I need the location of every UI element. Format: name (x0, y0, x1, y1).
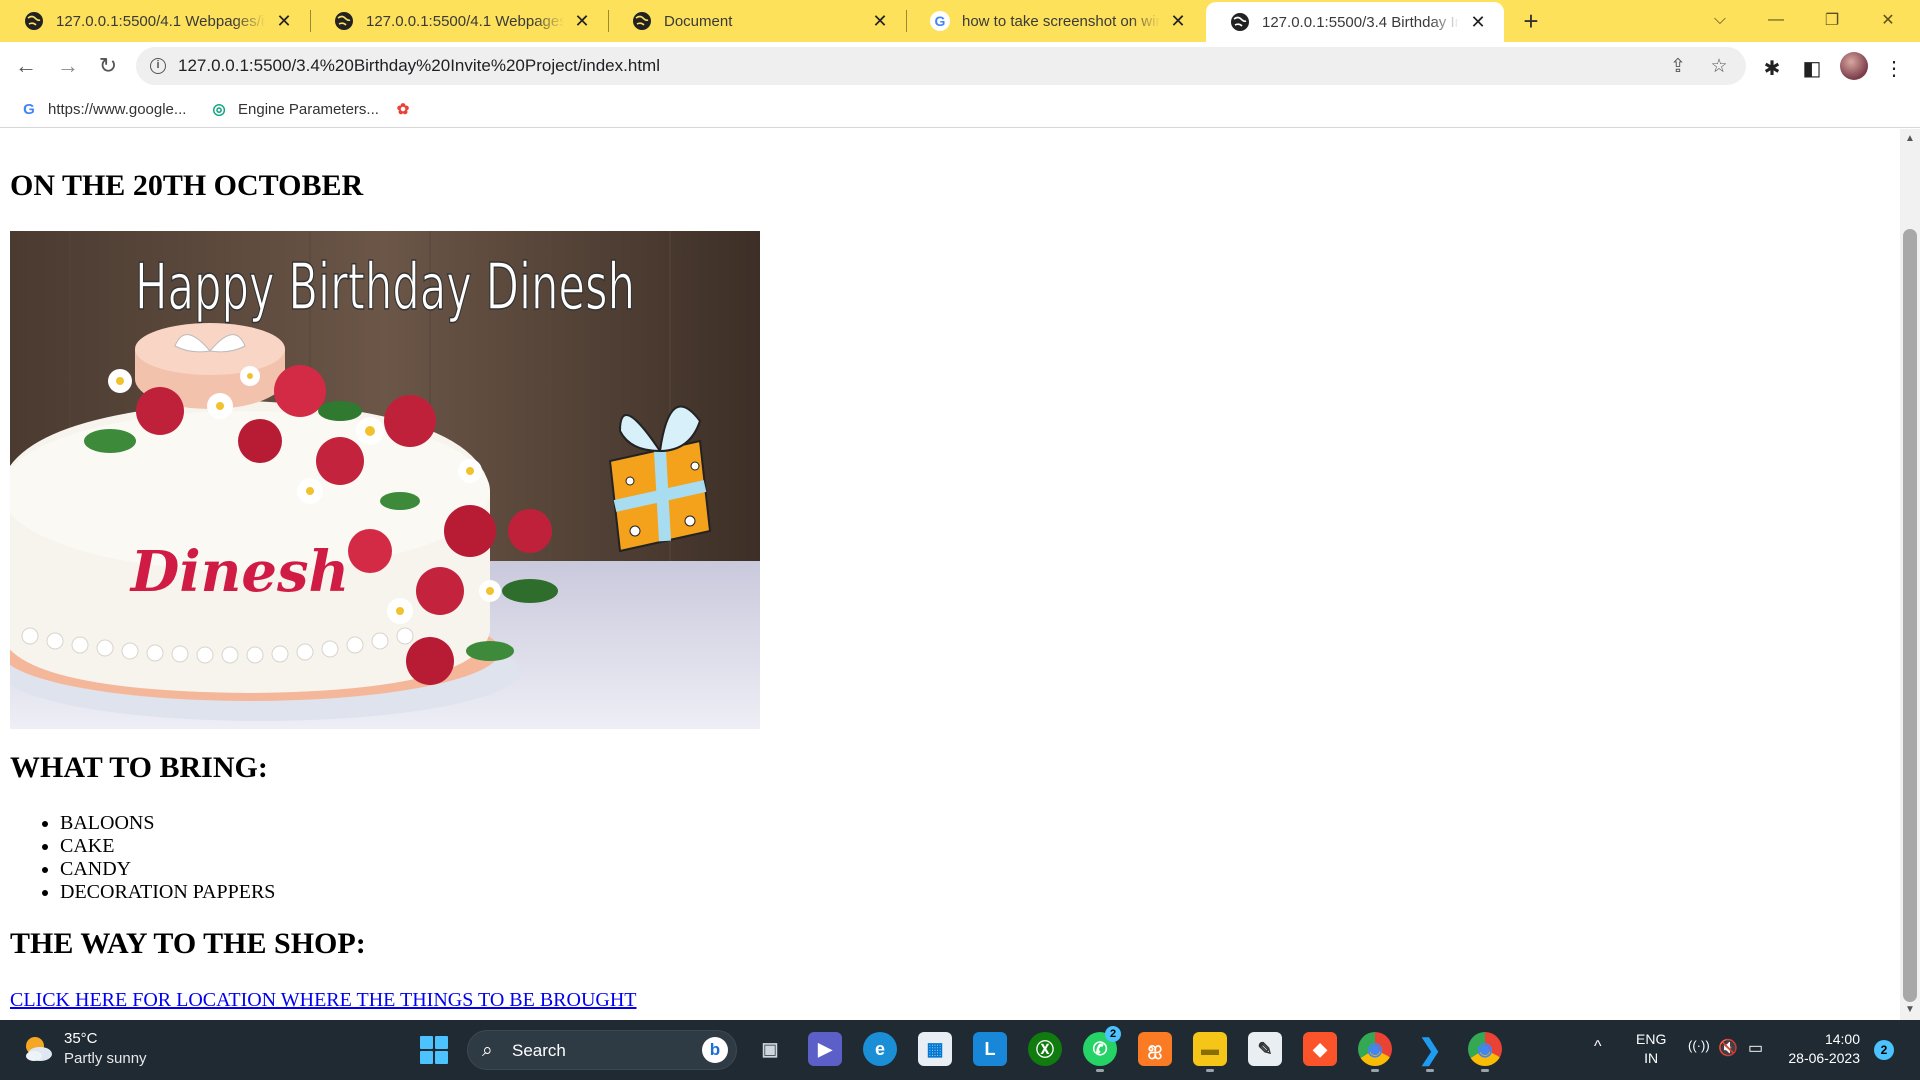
list-item: BALOONS (60, 812, 275, 835)
list-item: CAKE (60, 835, 275, 858)
side-panel-icon[interactable]: ◧ (1798, 54, 1826, 82)
chrome-icon[interactable]: ◉ (1358, 1032, 1392, 1072)
tab-google-search[interactable]: G how to take screenshot on windows ✕ (906, 0, 1204, 42)
tab-title: 127.0.0.1:5500/3.4 Birthday Invite (1262, 13, 1460, 31)
extensions-icon[interactable]: ✱ (1758, 54, 1786, 82)
google-icon: G (23, 100, 35, 118)
minimize-button[interactable]: — (1748, 0, 1804, 40)
scroll-down-arrow-icon[interactable]: ▼ (1904, 1004, 1916, 1016)
url-text[interactable]: 127.0.0.1:5500/3.4%20Birthday%20Invite%2… (178, 56, 660, 76)
bookmark-photos[interactable]: ✿ (394, 98, 422, 120)
pinwheel-icon: ✿ (396, 101, 410, 118)
whatsapp-icon[interactable]: ✆ 2 (1083, 1026, 1121, 1072)
notification-count-badge[interactable]: 2 (1874, 1040, 1894, 1060)
brave-icon[interactable]: ◆ (1303, 1032, 1337, 1066)
browser-toolbar: ← → ↻ i 127.0.0.1:5500/3.4%20Birthday%20… (0, 42, 1920, 90)
file-explorer-icon[interactable]: ▬ (1193, 1032, 1227, 1072)
tab-webpages-2[interactable]: 127.0.0.1:5500/4.1 Webpages/index.html ✕ (310, 0, 608, 42)
restore-button[interactable]: ❐ (1804, 0, 1860, 40)
profile-avatar[interactable] (1840, 52, 1868, 80)
scroll-thumb[interactable] (1903, 229, 1917, 1002)
list-item: CANDY (60, 858, 275, 881)
notepad-icon[interactable]: ✎ (1248, 1032, 1282, 1066)
forward-button[interactable]: → (52, 50, 84, 82)
tab-document[interactable]: Document ✕ (608, 0, 906, 42)
chrome-profile-icon[interactable]: ◉ (1468, 1032, 1502, 1072)
weather-description[interactable]: Partly sunny (64, 1050, 147, 1067)
windows-start-button[interactable] (420, 1036, 448, 1064)
back-button[interactable]: ← (10, 50, 42, 82)
weather-temperature[interactable]: 35°C (64, 1030, 98, 1047)
image-banner-text: Happy Birthday Dinesh (135, 251, 635, 325)
bookmark-engine-parameters[interactable]: ◎ Engine Parameters... (210, 98, 379, 120)
page-viewport: ON THE 20TH OCTOBER Happy Birthday Dines… (0, 129, 1900, 1020)
tab-title: how to take screenshot on windows (962, 12, 1160, 30)
l-app-icon[interactable]: L (973, 1032, 1007, 1066)
globe-icon (24, 11, 44, 31)
tab-title: 127.0.0.1:5500/4.1 Webpages/index.html (56, 12, 266, 30)
close-window-button[interactable]: ✕ (1860, 0, 1916, 40)
search-label: Search (512, 1041, 566, 1060)
battery-icon[interactable]: ▭ (1748, 1038, 1763, 1058)
whatsapp-badge: 2 (1105, 1026, 1121, 1042)
scroll-up-arrow-icon[interactable]: ▲ (1904, 133, 1916, 145)
partly-sunny-weather-icon[interactable] (22, 1034, 54, 1064)
reload-button[interactable]: ↻ (92, 50, 124, 82)
cake-name-text: Dinesh (129, 539, 349, 605)
vscode-icon[interactable]: ❯ (1413, 1032, 1447, 1072)
globe-icon (1230, 12, 1250, 32)
taskbar-search-box[interactable]: ⌕ Search b (467, 1030, 737, 1070)
tab-title: Document (664, 12, 733, 30)
globe-icon (334, 11, 354, 31)
google-icon: G (930, 11, 950, 31)
list-item: DECORATION PAPPERS (60, 881, 275, 904)
xampp-icon[interactable]: ஐ (1138, 1032, 1172, 1066)
task-view-icon[interactable]: ▣ (753, 1032, 787, 1066)
browser-menu-icon[interactable]: ⋮ (1880, 54, 1908, 82)
teams-icon[interactable]: ▶ (808, 1032, 842, 1066)
tab-close-icon[interactable]: ✕ (1468, 12, 1488, 32)
bookmark-star-icon[interactable]: ☆ (1707, 54, 1731, 78)
bookmark-google[interactable]: G https://www.google... (20, 98, 186, 120)
xbox-icon[interactable]: Ⓧ (1028, 1032, 1062, 1066)
tab-close-icon[interactable]: ✕ (572, 11, 592, 31)
show-hidden-icons-chevron[interactable]: ^ (1594, 1038, 1602, 1056)
wifi-icon[interactable]: ((·)) (1688, 1038, 1710, 1053)
bookmarks-bar: G https://www.google... ◎ Engine Paramet… (0, 90, 1920, 128)
tab-webpages-1[interactable]: 127.0.0.1:5500/4.1 Webpages/index.html ✕ (0, 0, 310, 42)
volume-muted-icon[interactable]: 🔇 (1718, 1038, 1738, 1058)
site-info-icon[interactable]: i (150, 58, 166, 74)
edge-icon[interactable]: e (863, 1032, 897, 1066)
microsoft-store-icon[interactable]: ▦ (918, 1032, 952, 1066)
what-to-bring-heading: WHAT TO BRING: (10, 751, 268, 784)
globe-icon (632, 11, 652, 31)
tab-birthday-invite[interactable]: 127.0.0.1:5500/3.4 Birthday Invite ✕ (1206, 2, 1504, 42)
tab-title: 127.0.0.1:5500/4.1 Webpages/index.html (366, 12, 564, 30)
language-indicator[interactable]: ENG IN (1636, 1030, 1666, 1068)
share-icon[interactable]: ⇪ (1666, 54, 1690, 78)
page-scrollbar[interactable]: ▲ ▼ (1900, 129, 1920, 1020)
bookmark-label: Engine Parameters... (238, 100, 379, 118)
bookmark-label: https://www.google... (48, 100, 187, 118)
address-bar[interactable]: i 127.0.0.1:5500/3.4%20Birthday%20Invite… (136, 47, 1746, 85)
date-heading: ON THE 20TH OCTOBER (10, 169, 364, 202)
tab-close-icon[interactable]: ✕ (870, 11, 890, 31)
way-to-shop-heading: THE WAY TO THE SHOP: (10, 927, 366, 960)
location-link[interactable]: CLICK HERE FOR LOCATION WHERE THE THINGS… (10, 989, 637, 1012)
bring-list: BALOONS CAKE CANDY DECORATION PAPPERS (60, 812, 275, 904)
openai-icon: ◎ (212, 101, 226, 118)
tab-close-icon[interactable]: ✕ (1168, 11, 1188, 31)
system-clock[interactable]: 14:00 28-06-2023 (1784, 1030, 1860, 1068)
search-icon: ⌕ (482, 1040, 493, 1061)
tab-search-chevron-icon[interactable]: ⌵ (1692, 0, 1748, 40)
tab-strip: 127.0.0.1:5500/4.1 Webpages/index.html ✕… (0, 0, 1920, 42)
bing-icon[interactable]: b (702, 1037, 728, 1063)
windows-taskbar: 35°C Partly sunny ⌕ Search b ▣ ▶ e ▦ L Ⓧ… (0, 1020, 1920, 1080)
birthday-cake-image: Happy Birthday Dinesh Dinesh (10, 231, 760, 729)
tab-close-icon[interactable]: ✕ (274, 11, 294, 31)
new-tab-button[interactable]: + (1516, 6, 1546, 36)
